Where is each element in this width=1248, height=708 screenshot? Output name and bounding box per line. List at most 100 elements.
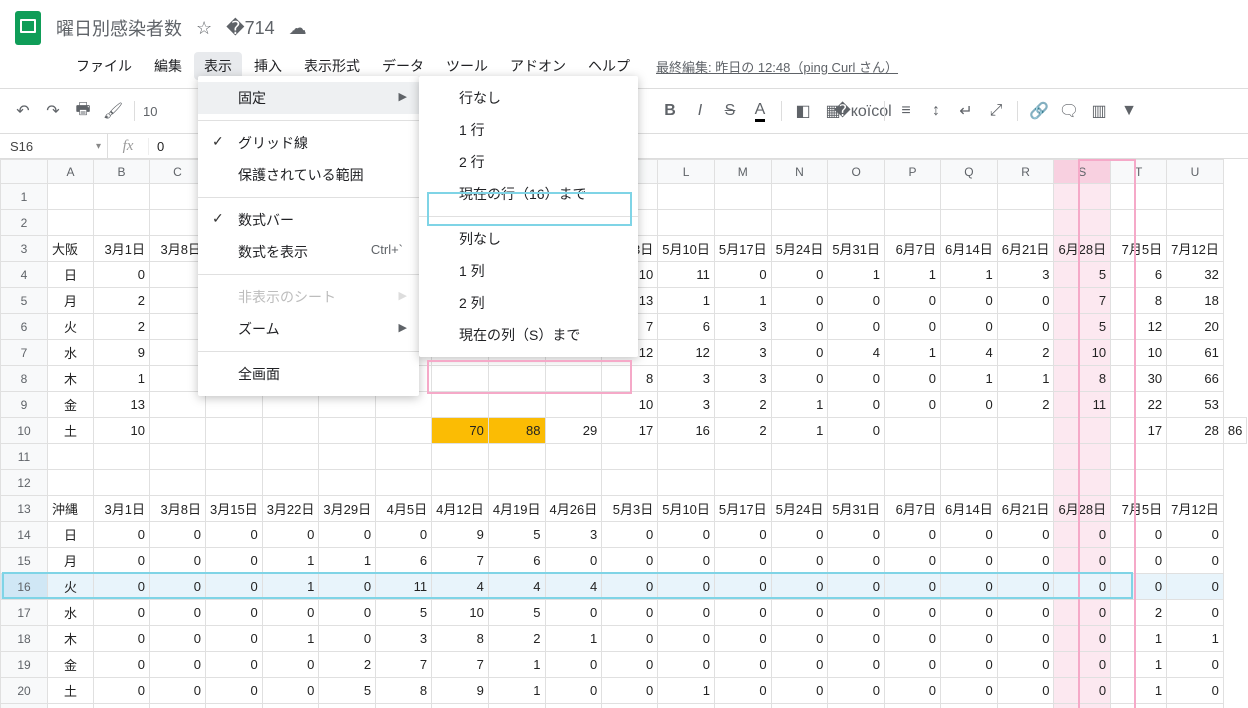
cell[interactable] xyxy=(885,210,941,236)
valign-button[interactable]: ↕ xyxy=(923,98,949,124)
last-edit-link[interactable]: 最終編集: 昨日の 12:48（ping Curl さん） xyxy=(656,57,898,76)
menu-zoom[interactable]: ズーム▶ xyxy=(198,313,419,345)
cell[interactable]: 0 xyxy=(771,288,828,314)
col-header-B[interactable]: B xyxy=(94,160,150,184)
cell[interactable] xyxy=(545,392,602,418)
cell[interactable]: 0 xyxy=(828,366,885,392)
cell[interactable]: 0 xyxy=(997,314,1054,340)
menu-formula-bar[interactable]: ✓数式バー xyxy=(198,204,419,236)
cell[interactable]: 0 xyxy=(94,574,150,600)
freeze-no-cols[interactable]: 列なし xyxy=(419,223,638,255)
halign-button[interactable]: ≡ xyxy=(893,98,919,124)
cell[interactable]: 金 xyxy=(48,652,94,678)
cell[interactable] xyxy=(150,704,206,708)
cell[interactable]: 0 xyxy=(1167,548,1224,574)
cell[interactable]: 0 xyxy=(150,548,206,574)
cell[interactable]: 0 xyxy=(828,574,885,600)
cell[interactable]: 火 xyxy=(48,314,94,340)
col-header-T[interactable]: T xyxy=(1111,160,1167,184)
cell[interactable]: 2 xyxy=(488,626,545,652)
cell[interactable]: 0 xyxy=(941,314,998,340)
cell[interactable]: 0 xyxy=(658,574,715,600)
cell[interactable]: 53 xyxy=(1167,392,1224,418)
cell[interactable]: 3月1日 xyxy=(94,496,150,522)
menu-gridlines[interactable]: ✓グリッド線 xyxy=(198,127,419,159)
cell[interactable]: 1 xyxy=(1167,626,1224,652)
cell[interactable]: 0 xyxy=(714,600,771,626)
cell[interactable] xyxy=(658,704,715,708)
cell[interactable]: 13 xyxy=(94,392,150,418)
cell[interactable]: 0 xyxy=(376,522,432,548)
cell[interactable] xyxy=(714,704,771,708)
cell[interactable]: 8 xyxy=(602,366,658,392)
cell[interactable]: 1 xyxy=(262,574,319,600)
cell[interactable]: 10 xyxy=(602,392,658,418)
cell[interactable]: 0 xyxy=(771,340,828,366)
cell[interactable]: 0 xyxy=(150,600,206,626)
cell[interactable]: 0 xyxy=(602,600,658,626)
cell[interactable]: 0 xyxy=(885,314,941,340)
cell[interactable]: 0 xyxy=(828,548,885,574)
cell[interactable] xyxy=(1111,184,1167,210)
cell[interactable]: 1 xyxy=(941,366,998,392)
move-icon[interactable]: �714 xyxy=(226,18,275,39)
cell[interactable]: 0 xyxy=(828,652,885,678)
cell[interactable]: 11 xyxy=(658,262,715,288)
cell[interactable]: 8 xyxy=(432,626,489,652)
cell[interactable] xyxy=(48,210,94,236)
fill-color-button[interactable]: ◧ xyxy=(790,98,816,124)
cell[interactable]: 2 xyxy=(94,288,150,314)
cell[interactable] xyxy=(941,704,998,708)
cell[interactable]: 5 xyxy=(1054,262,1111,288)
cell[interactable]: 1 xyxy=(885,262,941,288)
cell[interactable]: 5月10日 xyxy=(658,236,715,262)
menu-freeze[interactable]: 固定▶ xyxy=(198,82,419,114)
cell[interactable]: 3 xyxy=(376,626,432,652)
cell[interactable] xyxy=(771,704,828,708)
cell[interactable]: 月 xyxy=(48,548,94,574)
cell[interactable]: 0 xyxy=(714,626,771,652)
cell[interactable]: 1 xyxy=(488,652,545,678)
cell[interactable]: 0 xyxy=(1054,548,1111,574)
col-header-S[interactable]: S xyxy=(1054,160,1111,184)
cell[interactable]: 0 xyxy=(262,678,319,704)
col-header-L[interactable]: L xyxy=(658,160,715,184)
cell[interactable] xyxy=(376,470,432,496)
cell[interactable]: 0 xyxy=(885,288,941,314)
italic-button[interactable]: I xyxy=(687,98,713,124)
cell[interactable]: 8 xyxy=(1111,288,1167,314)
cell[interactable]: 4 xyxy=(828,340,885,366)
cell[interactable]: 0 xyxy=(94,678,150,704)
cell[interactable] xyxy=(997,418,1054,444)
cell[interactable]: 5月17日 xyxy=(714,496,771,522)
cell[interactable] xyxy=(885,704,941,708)
cell[interactable] xyxy=(1167,210,1224,236)
cell[interactable]: 0 xyxy=(771,548,828,574)
cell[interactable]: 0 xyxy=(714,522,771,548)
cell[interactable]: 0 xyxy=(941,522,998,548)
cell[interactable]: 12 xyxy=(1111,314,1167,340)
cell[interactable] xyxy=(941,470,998,496)
cell[interactable]: 3月22日 xyxy=(262,496,319,522)
cell[interactable]: 6月21日 xyxy=(997,496,1054,522)
cell[interactable] xyxy=(319,704,376,708)
cell[interactable] xyxy=(432,392,489,418)
cell[interactable] xyxy=(885,418,941,444)
row-header-9[interactable]: 9 xyxy=(1,392,48,418)
cell[interactable]: 0 xyxy=(1054,600,1111,626)
cell[interactable]: 3 xyxy=(545,522,602,548)
cell[interactable]: 0 xyxy=(1167,600,1224,626)
cell[interactable]: 2 xyxy=(714,418,771,444)
cell[interactable]: 0 xyxy=(658,600,715,626)
star-icon[interactable]: ☆ xyxy=(196,18,212,39)
col-header-N[interactable]: N xyxy=(771,160,828,184)
row-header-1[interactable]: 1 xyxy=(1,184,48,210)
strike-button[interactable]: S xyxy=(717,98,743,124)
cell[interactable]: 3 xyxy=(714,366,771,392)
cell[interactable]: 0 xyxy=(997,522,1054,548)
col-header-U[interactable]: U xyxy=(1167,160,1224,184)
cell[interactable] xyxy=(432,704,489,708)
cell[interactable]: 0 xyxy=(941,392,998,418)
doc-title[interactable]: 曜日別感染者数 xyxy=(56,15,182,41)
col-header-A[interactable]: A xyxy=(48,160,94,184)
